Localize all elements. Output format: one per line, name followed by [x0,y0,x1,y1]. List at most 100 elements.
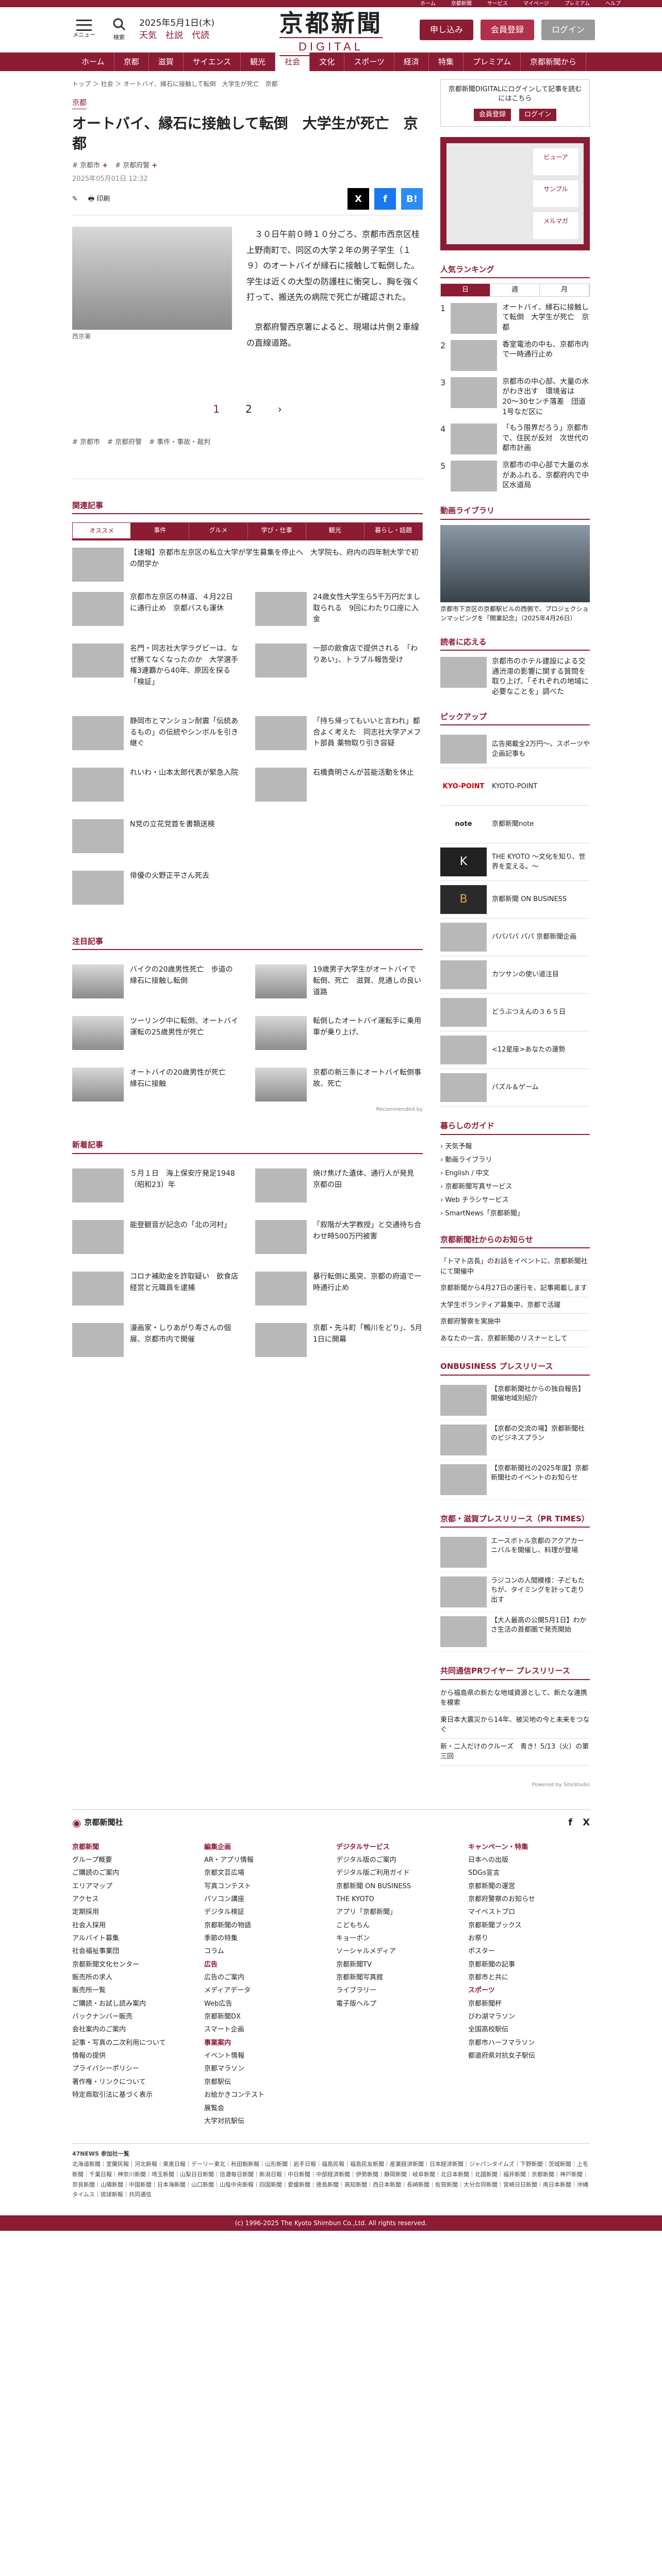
tab-month[interactable]: 月 [540,284,589,296]
footer-link[interactable]: 京都マラソン [204,2062,326,2075]
wire-item[interactable]: 新・二人だけのクルーズ 青き！5/13（火）の第三回 [440,1739,590,1766]
footer-link[interactable]: Web広告 [204,1997,326,2010]
footer-link[interactable]: 京都新聞TV [336,1958,458,1971]
nav-item[interactable]: ホーム [72,53,114,71]
wire-item[interactable]: 東日本大震災から14年、被災地の今と未来をつなぐ [440,1712,590,1739]
ranking-item[interactable]: 5 京都市の中心部で大量の水があふれる、京都府内で中区水道局 [440,461,590,492]
search-button[interactable]: 検索 [107,18,131,42]
footer-link[interactable]: 京都市ハーフマラソン [468,2037,590,2049]
breadcrumb[interactable]: トップ ＞ 社会 ＞ オートバイ、縁石に接触して転倒 大学生が死亡 京都 [72,79,423,89]
list-item[interactable]: 京都市左京区の林道、４月22日に通行止め 京都バスも運休 [72,592,240,626]
press-item[interactable]: 【京都新聞社の2025年度】京都新聞社のイベントのお知らせ [440,1460,590,1500]
tag[interactable]: # 京都市 [72,437,100,448]
footer-link[interactable]: 社会福祉事業団 [72,1945,194,1958]
footer-link[interactable]: プライバシーポリシー [72,2062,194,2075]
info-item[interactable]: 京都府警察を実施中 [440,1314,590,1331]
footer-link[interactable]: 情報の提供 [72,2049,194,2062]
footer-link[interactable]: AR・アプリ情報 [204,1854,326,1867]
tab[interactable]: 事件 [131,522,190,539]
press-item[interactable]: ラジコンの人間模様：子どもたちが、タイミングを計って走り出す [440,1572,590,1613]
footer-link[interactable]: 京都新聞杯 [468,1997,590,2010]
nav-item[interactable]: 観光 [241,53,276,71]
list-item[interactable]: 石橋貴明さんが芸能活動を休止 [255,767,423,802]
footer-link[interactable]: 広告のご案内 [204,1971,326,1984]
footer-link[interactable]: ソーシャルメディア [336,1945,458,1958]
tag[interactable]: # 京都府警 + [115,161,157,171]
guide-link[interactable]: › SmartNews「京都新聞」 [440,1207,590,1221]
menu-button[interactable]: メニュー [72,20,96,40]
footer-link[interactable]: 京都文芸広場 [204,1867,326,1879]
pickup-item[interactable]: パパパパ パパ 京都新聞企画 [440,919,590,957]
tab-recommend[interactable]: オススメ [72,522,131,539]
footer-link[interactable]: 著作権・リンクについて [72,2076,194,2089]
facebook-share-icon[interactable]: f [374,188,396,210]
nav-item[interactable]: 経済 [394,53,429,71]
list-item[interactable]: 「持ち帰ってもいいと言われ」都合よく考えた 同志社大学アメフト部員 薬物取り引き… [255,716,423,750]
ranking-item[interactable]: 1 オートバイ、縁石に接触して転倒 大学生が死亡 京都 [440,302,590,334]
footer-link[interactable]: 京都新聞 ON BUSINESS [336,1880,458,1893]
footer-link[interactable]: ご購読・お試し読み案内 [72,1997,194,2010]
nav-item[interactable]: サイエンス [184,53,241,71]
guide-link[interactable]: › English / 中文 [440,1167,590,1180]
list-item[interactable]: 名門・同志社大学ラグビーは、なぜ勝てなくなったのか 大学選手権3連覇から40年、… [72,643,240,688]
footer-link[interactable]: びわ湖マラソン [468,2010,590,2023]
footer-link[interactable]: デジタル検証 [204,1906,326,1919]
site-logo[interactable]: 京都新聞 DIGITAL [279,11,383,56]
pickup-item[interactable]: パズル＆ゲーム [440,1069,590,1107]
nav-item[interactable]: 京都 [114,53,149,71]
list-item[interactable]: 焼け焦げた遺体、通行人が発見 京都の田 [255,1168,423,1202]
list-item[interactable]: 漫画家・しりあがり寿さんの個展、京都市内で開催 [72,1323,240,1357]
press-item[interactable]: 【大人最高の公開5月1日】わかさ生活の首都圏で発売開始 [440,1612,590,1652]
article-photo[interactable]: 西京署 [72,227,232,365]
footer-link[interactable]: SDGs宣言 [468,1867,590,1879]
pickup-item[interactable]: 広告掲載全2万円〜。スポーツや企画記事も [440,731,590,769]
footer-link[interactable]: 京都新聞文化センター [72,1958,194,1971]
footer-link[interactable]: 展覧会 [204,2102,326,2115]
list-item[interactable]: ５月１日 海上保安庁発足1948（昭和23）年 [72,1168,240,1202]
list-item[interactable]: バイクの20歳男性死亡 歩道の縁石に接触し転倒 [72,964,240,999]
login-button[interactable]: ログイン [541,19,595,40]
list-item[interactable]: 24歳女性大学生ら5千万円だまし取られる 9回にわたり口座に入金 [255,592,423,626]
footer-link[interactable]: アルバイト募集 [72,1932,194,1945]
footer-link[interactable]: キョーボン [336,1932,458,1945]
info-item[interactable]: あなたの一言、京都新聞のリスナーとして [440,1331,590,1348]
newsletter-link[interactable]: メルマガ [533,212,578,239]
footer-link[interactable]: デジタル版のご案内 [336,1854,458,1867]
tab-week[interactable]: 週 [490,284,540,296]
x-icon[interactable]: X [583,1816,590,1829]
footer-link[interactable]: 京都府警察のお知らせ [468,1893,590,1906]
footer-link[interactable]: 京都新聞の記事 [468,1958,590,1971]
footer-link[interactable]: ポスター [468,1945,590,1958]
ranking-item[interactable]: 4 「もう限界だろう」京都市で、住民が反対 次世代の都市計画 [440,423,590,455]
press-item[interactable]: エースボトル京都のアクアカーニバルを開催し、料理が登場 [440,1533,590,1573]
list-item[interactable]: 俳優の火野正平さん死去 [72,870,240,905]
tag[interactable]: # 京都市 + [72,161,108,171]
list-item[interactable]: コロナ補助金を詐取疑い 飲食店経営と元職員を逮捕 [72,1271,240,1306]
bookmark-icon[interactable]: ✎ [72,194,78,205]
top-link[interactable]: マイページ [523,0,549,8]
footer-link[interactable]: こどもちん [336,1919,458,1932]
guide-link[interactable]: › Web チラシサービス [440,1194,590,1207]
list-item[interactable]: 「叙階が大学教授」と交通待ち合わせ時500万円被害 [255,1219,423,1254]
pickup-item[interactable]: KYO-POINT KYOTO-POINT [440,768,590,806]
list-item[interactable]: 能登観音が記念の「北の河村」 [72,1219,240,1254]
footer-link[interactable]: グループ概要 [72,1854,194,1867]
top-link[interactable]: ホーム [420,0,436,8]
footer-link[interactable]: 京都新聞の運営 [468,1880,590,1893]
opinion-item[interactable]: 京都市のホテル建設による交通渋滞の影響に関する質問を取り上げ、「それぞれの地域に… [440,657,590,697]
pickup-item[interactable]: どうぶつえんの３６５日 [440,994,590,1032]
x-share-icon[interactable]: X [347,188,369,210]
nav-item[interactable]: 京都新聞から [521,53,586,71]
sample-link[interactable]: サンプル [533,180,578,207]
pickup-item[interactable]: K THE KYOTO ～文化を知り、世界を変える。～ [440,843,590,882]
footer-link[interactable]: マイベストプロ [468,1906,590,1919]
list-item[interactable]: ツーリング中に転倒、オートバイ運転の25歳男性が死亡 [72,1016,240,1050]
footer-link[interactable]: 電子版ヘルプ [336,1997,458,2010]
ranking-item[interactable]: 3 京都市の中心部、大量の水がわき出す 環境省は20〜30センチ落差 団道1号なだ… [440,377,590,417]
footer-link[interactable]: 写真コンテスト [204,1880,326,1893]
tag[interactable]: # 事件・事故・裁判 [149,437,210,448]
footer-link[interactable]: バックナンバー販売 [72,2010,194,2023]
footer-link[interactable]: 京都新聞DX [204,2010,326,2023]
facebook-icon[interactable]: f [568,1816,572,1829]
press-item[interactable]: 【京都の交流の場】京都新聞社のビジネスプラン [440,1420,590,1460]
